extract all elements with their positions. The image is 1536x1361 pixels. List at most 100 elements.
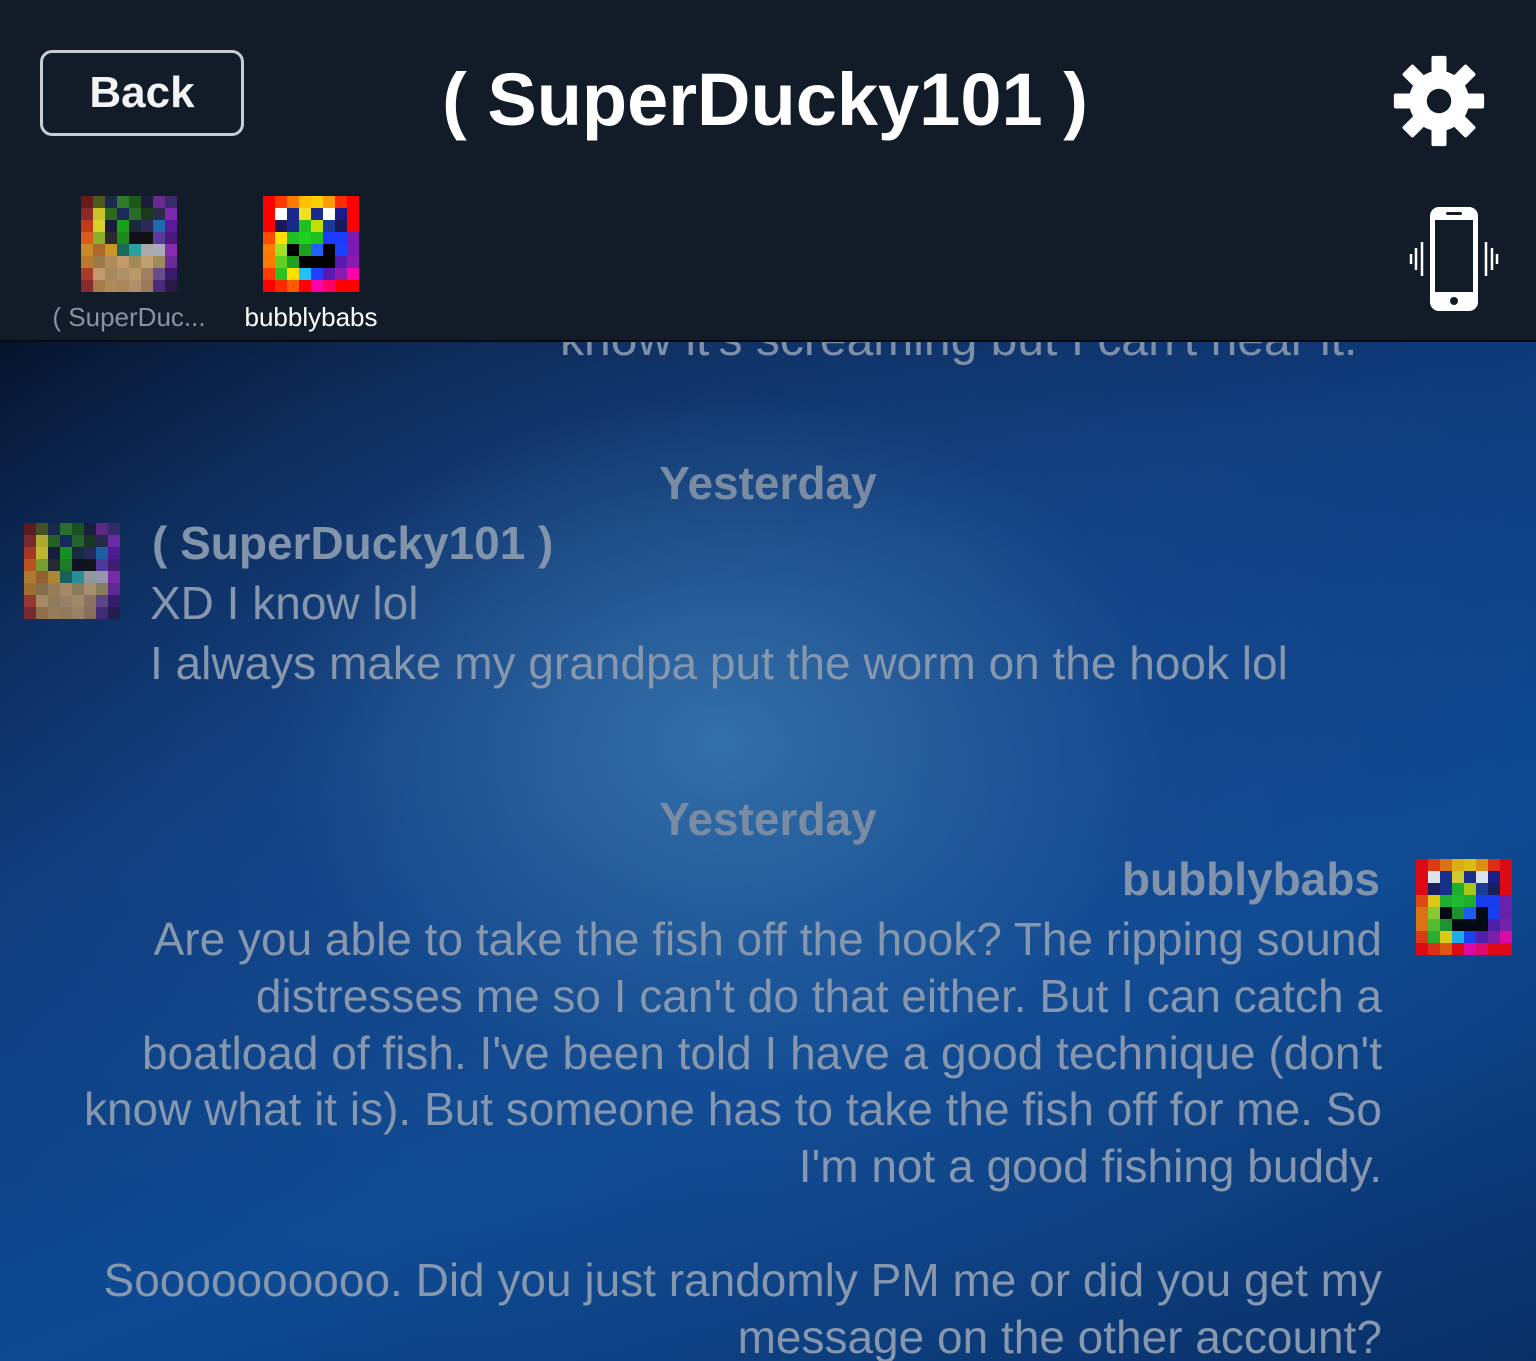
avatar-pixel xyxy=(263,220,275,232)
avatar-pixel xyxy=(81,196,93,208)
message-line: distresses me so I can't do that either.… xyxy=(255,970,1382,1022)
avatar-pixel xyxy=(323,232,335,244)
avatar-pixel xyxy=(24,607,36,619)
avatar-pixel xyxy=(141,196,153,208)
avatar-pixel xyxy=(287,232,299,244)
avatar-pixel xyxy=(1416,883,1428,895)
avatar-pixel xyxy=(36,523,48,535)
avatar-pixel xyxy=(129,208,141,220)
avatar-pixel xyxy=(263,256,275,268)
avatar-pixel xyxy=(108,607,120,619)
avatar-pixel xyxy=(1476,931,1488,943)
avatar-pixel xyxy=(335,196,347,208)
avatar-pixel xyxy=(347,244,359,256)
avatar-pixel xyxy=(48,583,60,595)
avatar-pixel xyxy=(93,232,105,244)
cut-off-message: know it's screaming but I can't hear it. xyxy=(560,342,1460,367)
avatar-pixel xyxy=(60,547,72,559)
avatar-pixel xyxy=(117,268,129,280)
avatar-pixel xyxy=(165,208,177,220)
avatar-pixel xyxy=(60,559,72,571)
avatar-pixel xyxy=(117,208,129,220)
avatar-pixel xyxy=(1416,859,1428,871)
avatar-pixel xyxy=(117,280,129,292)
avatar-pixel xyxy=(1500,871,1512,883)
avatar-pixel xyxy=(108,523,120,535)
avatar-pixel xyxy=(153,244,165,256)
avatar-pixel xyxy=(323,244,335,256)
avatar-pixel xyxy=(1476,943,1488,955)
avatar-pixel xyxy=(1500,883,1512,895)
avatar-pixel xyxy=(93,280,105,292)
phone-vibrate-icon[interactable] xyxy=(1408,204,1500,314)
avatar-pixel xyxy=(105,208,117,220)
avatar-pixel xyxy=(81,220,93,232)
avatar-pixel xyxy=(129,196,141,208)
avatar-pixel xyxy=(1464,871,1476,883)
avatar-pixel xyxy=(165,244,177,256)
avatar-pixel xyxy=(153,196,165,208)
avatar-pixel xyxy=(311,244,323,256)
avatar-pixel xyxy=(129,280,141,292)
avatar-pixel xyxy=(1452,859,1464,871)
avatar-pixel xyxy=(108,559,120,571)
avatar-pixel xyxy=(165,196,177,208)
avatar-pixel xyxy=(72,535,84,547)
avatar-pixel xyxy=(1488,895,1500,907)
avatar-pixel xyxy=(1416,907,1428,919)
avatar-pixel xyxy=(1476,907,1488,919)
gear-icon[interactable] xyxy=(1392,54,1486,148)
avatar-pixel xyxy=(84,535,96,547)
avatar-pixel xyxy=(60,595,72,607)
avatar xyxy=(263,196,359,292)
avatar xyxy=(81,196,177,292)
avatar-pixel xyxy=(323,268,335,280)
avatar-pixel xyxy=(129,256,141,268)
avatar-pixel xyxy=(323,208,335,220)
member-superducky[interactable]: ( SuperDuc... xyxy=(44,196,214,333)
avatar-pixel xyxy=(1452,871,1464,883)
avatar-pixel xyxy=(1428,907,1440,919)
avatar-pixel xyxy=(335,244,347,256)
back-button[interactable]: Back xyxy=(40,50,244,136)
avatar-pixel xyxy=(1476,871,1488,883)
avatar[interactable] xyxy=(24,523,120,619)
member-bubblybabs[interactable]: bubblybabs xyxy=(236,196,386,333)
avatar-pixel xyxy=(108,547,120,559)
avatar-pixel xyxy=(263,244,275,256)
avatar-pixel xyxy=(96,595,108,607)
avatar-pixel xyxy=(275,256,287,268)
avatar-pixel xyxy=(24,535,36,547)
avatar-pixel xyxy=(108,571,120,583)
message-line: XD I know lol xyxy=(150,577,419,629)
avatar-pixel xyxy=(323,220,335,232)
avatar-pixel xyxy=(323,280,335,292)
member-label: bubblybabs xyxy=(244,302,378,332)
avatar[interactable] xyxy=(1416,859,1512,955)
avatar-pixel xyxy=(108,535,120,547)
avatar-pixel xyxy=(1428,919,1440,931)
avatar-pixel xyxy=(72,607,84,619)
avatar-pixel xyxy=(36,559,48,571)
avatar-pixel xyxy=(141,232,153,244)
avatar-pixel xyxy=(335,268,347,280)
avatar-pixel xyxy=(36,595,48,607)
avatar-pixel xyxy=(347,196,359,208)
avatar-pixel xyxy=(1428,859,1440,871)
avatar-pixel xyxy=(81,256,93,268)
avatar-pixel xyxy=(36,535,48,547)
avatar-pixel xyxy=(105,280,117,292)
avatar-pixel xyxy=(1428,871,1440,883)
avatar-pixel xyxy=(1500,931,1512,943)
avatar-pixel xyxy=(105,268,117,280)
message-list[interactable]: know it's screaming but I can't hear it.… xyxy=(0,342,1536,1361)
avatar-pixel xyxy=(93,244,105,256)
avatar-pixel xyxy=(24,571,36,583)
avatar-pixel xyxy=(60,523,72,535)
avatar-pixel xyxy=(84,595,96,607)
avatar-pixel xyxy=(287,220,299,232)
avatar-pixel xyxy=(1452,943,1464,955)
avatar-pixel xyxy=(141,280,153,292)
avatar-pixel xyxy=(299,208,311,220)
avatar-pixel xyxy=(311,232,323,244)
